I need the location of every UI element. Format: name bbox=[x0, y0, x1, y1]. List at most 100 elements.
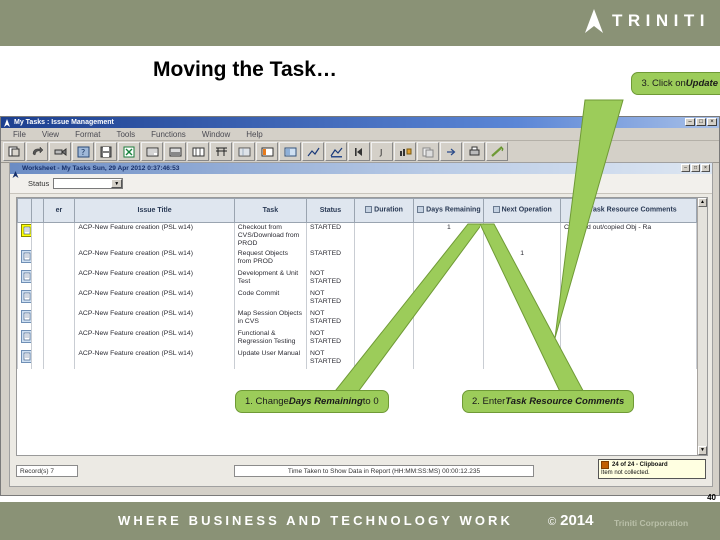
next-record-icon[interactable]: J bbox=[371, 142, 393, 161]
row-number-cell[interactable] bbox=[42, 309, 76, 329]
column-header-task[interactable]: Task bbox=[233, 198, 308, 223]
menu-item-functions[interactable]: Functions bbox=[143, 130, 194, 139]
menu-item-help[interactable]: Help bbox=[238, 130, 270, 139]
row-task-cell[interactable]: Code Commit bbox=[233, 289, 308, 309]
row-task-cell[interactable]: Development & Unit Test bbox=[233, 269, 308, 289]
table-icon[interactable] bbox=[233, 142, 255, 161]
column-header-days-remaining-label: Days Remaining bbox=[426, 206, 481, 214]
column-header-days-remaining[interactable]: Days Remaining bbox=[413, 198, 485, 223]
footer-copyright: © 2014 bbox=[548, 512, 593, 529]
row-number-cell[interactable] bbox=[42, 249, 76, 269]
footer-corporation: Triniti Corporation bbox=[614, 518, 689, 528]
row-task-cell[interactable]: Update User Manual bbox=[233, 349, 308, 369]
column-header-flag[interactable] bbox=[30, 198, 44, 223]
query-icon[interactable]: ? bbox=[72, 142, 94, 161]
row-issue-title-cell[interactable]: ACP-New Feature creation (PSL w14) bbox=[74, 222, 235, 249]
sort-col-icon[interactable] bbox=[492, 206, 500, 214]
properties-icon[interactable] bbox=[279, 142, 301, 161]
row-number-cell[interactable] bbox=[42, 269, 76, 289]
brand-footer-bar: WHERE BUSINESS AND TECHNOLOGY WORK © 201… bbox=[0, 502, 720, 540]
brand-top-bar: TRINITI bbox=[0, 0, 720, 46]
row-number-cell[interactable] bbox=[42, 222, 76, 249]
row-select-cell[interactable] bbox=[17, 309, 34, 329]
chevron-down-icon[interactable]: ▼ bbox=[111, 179, 123, 188]
row-task-cell[interactable]: Request Objects from PROD bbox=[233, 249, 308, 269]
save-icon[interactable] bbox=[95, 142, 117, 161]
row-issue-title-cell[interactable]: ACP-New Feature creation (PSL w14) bbox=[74, 269, 235, 289]
row-issue-title-cell[interactable]: ACP-New Feature creation (PSL w14) bbox=[74, 329, 235, 349]
layout-icon[interactable] bbox=[256, 142, 278, 161]
row-flag-cell[interactable] bbox=[30, 269, 44, 289]
filter-icon[interactable] bbox=[210, 142, 232, 161]
callout-change-days-remaining: 1. Change Days Remaining to 0 bbox=[235, 390, 389, 413]
row-flag-cell[interactable] bbox=[30, 289, 44, 309]
row-number-cell[interactable] bbox=[42, 289, 76, 309]
menu-item-format[interactable]: Format bbox=[67, 130, 108, 139]
row-issue-title-cell[interactable]: ACP-New Feature creation (PSL w14) bbox=[74, 289, 235, 309]
print-icon[interactable] bbox=[463, 142, 485, 161]
row-issue-title-cell[interactable]: ACP-New Feature creation (PSL w14) bbox=[74, 349, 235, 369]
worksheet-icon bbox=[12, 165, 19, 178]
sort-col-icon[interactable] bbox=[417, 206, 425, 214]
export-excel-icon[interactable] bbox=[118, 142, 140, 161]
scroll-down-icon[interactable]: ▼ bbox=[698, 446, 707, 455]
row-select-cell[interactable] bbox=[17, 269, 34, 289]
sort-icon[interactable] bbox=[394, 142, 416, 161]
row-select-cell[interactable] bbox=[17, 349, 34, 369]
callout-update-emphasis: Update bbox=[685, 78, 718, 89]
row-flag-cell[interactable] bbox=[30, 222, 44, 249]
row-select-cell[interactable] bbox=[17, 289, 34, 309]
new-icon[interactable] bbox=[3, 142, 25, 161]
window-title: My Tasks : Issue Management bbox=[14, 119, 114, 126]
time-taken-status: Time Taken to Show Data in Report (HH:MM… bbox=[234, 465, 534, 477]
row-select-cell[interactable] bbox=[17, 249, 34, 269]
copy-icon[interactable] bbox=[417, 142, 439, 161]
row-flag-cell[interactable] bbox=[30, 249, 44, 269]
chart-icon[interactable] bbox=[302, 142, 324, 161]
row-number-cell[interactable] bbox=[42, 329, 76, 349]
slide-title: Moving the Task… bbox=[0, 58, 720, 82]
report-icon[interactable] bbox=[141, 142, 163, 161]
clipboard-count: 24 of 24 - Clipboard bbox=[612, 462, 668, 468]
row-flag-cell[interactable] bbox=[30, 309, 44, 329]
menu-item-view[interactable]: View bbox=[34, 130, 67, 139]
row-issue-title-cell[interactable]: ACP-New Feature creation (PSL w14) bbox=[74, 309, 235, 329]
app-icon bbox=[3, 118, 11, 127]
row-task-cell[interactable]: Map Session Objects in CVS bbox=[233, 309, 308, 329]
column-header-issue-title[interactable]: Issue Title bbox=[74, 198, 235, 223]
triniti-logo-mark-icon bbox=[583, 8, 605, 34]
worksheet-title: Worksheet - My Tasks Sun, 29 Apr 2012 0:… bbox=[22, 165, 180, 172]
update-icon[interactable] bbox=[486, 142, 508, 161]
column-header-number[interactable]: er bbox=[42, 198, 76, 223]
picture-icon[interactable] bbox=[164, 142, 186, 161]
columns-icon[interactable] bbox=[187, 142, 209, 161]
row-number-cell[interactable] bbox=[42, 349, 76, 369]
refresh-icon[interactable] bbox=[440, 142, 462, 161]
record-count: Record(s) 7 bbox=[16, 465, 78, 477]
undo-icon[interactable] bbox=[26, 142, 48, 161]
column-header-duration-label: Duration bbox=[374, 206, 403, 214]
slide-title-text: Moving the Task… bbox=[153, 58, 337, 81]
sort-col-icon[interactable] bbox=[365, 206, 373, 214]
first-record-icon[interactable] bbox=[348, 142, 370, 161]
column-header-select[interactable] bbox=[17, 198, 32, 223]
menu-item-tools[interactable]: Tools bbox=[108, 130, 143, 139]
row-task-cell[interactable]: Checkout from CVS/Download from PROD bbox=[233, 222, 308, 249]
edit-icon[interactable] bbox=[49, 142, 71, 161]
column-header-duration[interactable]: Duration bbox=[353, 198, 415, 223]
row-task-cell[interactable]: Functional & Regression Testing bbox=[233, 329, 308, 349]
triniti-logo: TRINITI bbox=[583, 8, 710, 34]
row-issue-title-cell[interactable]: ACP-New Feature creation (PSL w14) bbox=[74, 249, 235, 269]
row-flag-cell[interactable] bbox=[30, 349, 44, 369]
row-select-cell[interactable] bbox=[17, 329, 34, 349]
status-filter-select[interactable]: ▼ bbox=[53, 178, 124, 189]
menu-item-file[interactable]: File bbox=[5, 130, 34, 139]
clipboard-icon bbox=[601, 461, 609, 469]
clipboard-tooltip: 24 of 24 - Clipboard Item not collected. bbox=[598, 459, 706, 479]
graph-icon[interactable] bbox=[325, 142, 347, 161]
row-select-cell[interactable] bbox=[17, 222, 34, 249]
callout-days-prefix: 1. Change bbox=[245, 396, 289, 407]
row-flag-cell[interactable] bbox=[30, 329, 44, 349]
menu-item-window[interactable]: Window bbox=[194, 130, 238, 139]
column-header-status[interactable]: Status bbox=[306, 198, 355, 223]
